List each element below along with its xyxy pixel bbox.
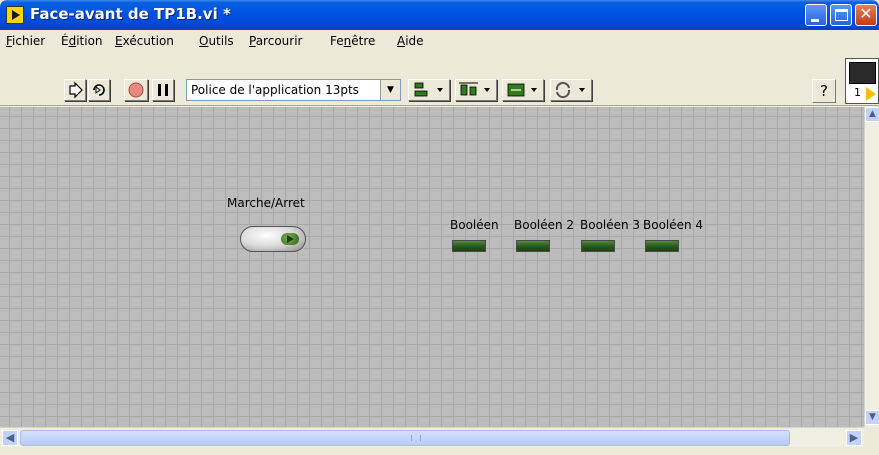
resize-objects-icon [507, 83, 537, 97]
distribute-objects-icon [459, 82, 490, 96]
window-bottom-border [0, 447, 879, 455]
led-label-booleen-4: Booléen 4 [643, 218, 704, 232]
pause-icon [158, 84, 168, 96]
front-panel-canvas[interactable] [0, 107, 864, 427]
abort-button[interactable] [124, 79, 148, 101]
menu-fichier[interactable]: Fichier [6, 34, 45, 48]
align-objects-button[interactable] [408, 79, 450, 101]
menu-bar: Fichier Édition Exécution Outils Parcour… [0, 30, 879, 52]
run-continuously-icon [93, 84, 105, 96]
labview-vi-icon [6, 6, 24, 24]
menu-aide[interactable]: Aide [397, 34, 424, 48]
led-label-booleen-3: Booléen 3 [580, 218, 641, 232]
font-select[interactable]: Police de l'application 13pts ▼ [186, 79, 401, 101]
close-button[interactable]: ✕ [855, 4, 877, 26]
menu-edition[interactable]: Édition [61, 34, 103, 48]
vi-icon-screen [849, 62, 876, 84]
run-continuously-button[interactable] [88, 79, 110, 101]
marche-arret-switch[interactable] [240, 226, 306, 252]
help-icon: ? [820, 82, 828, 100]
connector-pane-number: 1 [854, 86, 861, 99]
run-arrow-icon [866, 87, 876, 101]
scroll-up-icon[interactable]: ▲ [865, 107, 879, 122]
title-bar[interactable]: Face-avant de TP1B.vi * ✕ [0, 0, 879, 30]
menu-execution[interactable]: Exécution [115, 34, 174, 48]
scroll-down-icon[interactable]: ▼ [865, 410, 879, 425]
run-button[interactable] [64, 79, 86, 101]
abort-icon [128, 82, 144, 98]
reorder-icon [555, 81, 585, 99]
led-label-booleen: Booléen [450, 218, 499, 232]
maximize-button[interactable] [830, 4, 852, 26]
horizontal-scrollbar[interactable]: ◀ ▶ [0, 427, 864, 447]
menu-fenetre[interactable]: Fenêtre [330, 34, 375, 48]
switch-label: Marche/Arret [227, 196, 305, 210]
scrollbar-corner [864, 427, 879, 447]
menu-parcourir[interactable]: Parcourir [249, 34, 302, 48]
distribute-objects-button[interactable] [455, 79, 497, 101]
led-booleen[interactable] [452, 240, 486, 252]
led-label-booleen-2: Booléen 2 [514, 218, 575, 232]
reorder-button[interactable] [550, 79, 592, 101]
close-icon: ✕ [859, 4, 873, 23]
context-help-button[interactable]: ? [812, 79, 836, 103]
led-booleen-4[interactable] [645, 240, 679, 252]
menu-outils[interactable]: Outils [199, 34, 234, 48]
switch-indicator-icon [281, 233, 299, 245]
horizontal-scroll-thumb[interactable] [20, 430, 790, 446]
resize-objects-button[interactable] [502, 79, 544, 101]
window-title: Face-avant de TP1B.vi * [30, 5, 231, 23]
led-booleen-3[interactable] [581, 240, 615, 252]
scroll-right-icon[interactable]: ▶ [846, 430, 862, 446]
run-arrow-icon [69, 81, 83, 99]
minimize-icon [811, 19, 819, 22]
maximize-icon [835, 9, 848, 21]
led-booleen-2[interactable] [516, 240, 550, 252]
connector-pane[interactable]: 1 [845, 58, 879, 104]
pause-button[interactable] [152, 79, 174, 101]
align-objects-icon [414, 82, 443, 97]
vertical-scrollbar[interactable]: ▲ ▼ [864, 107, 879, 427]
grip-icon [411, 435, 421, 441]
scroll-left-icon[interactable]: ◀ [2, 430, 18, 446]
minimize-button[interactable] [805, 4, 827, 26]
font-select-value: Police de l'application 13pts [191, 83, 359, 97]
chevron-down-icon[interactable]: ▼ [380, 80, 400, 100]
